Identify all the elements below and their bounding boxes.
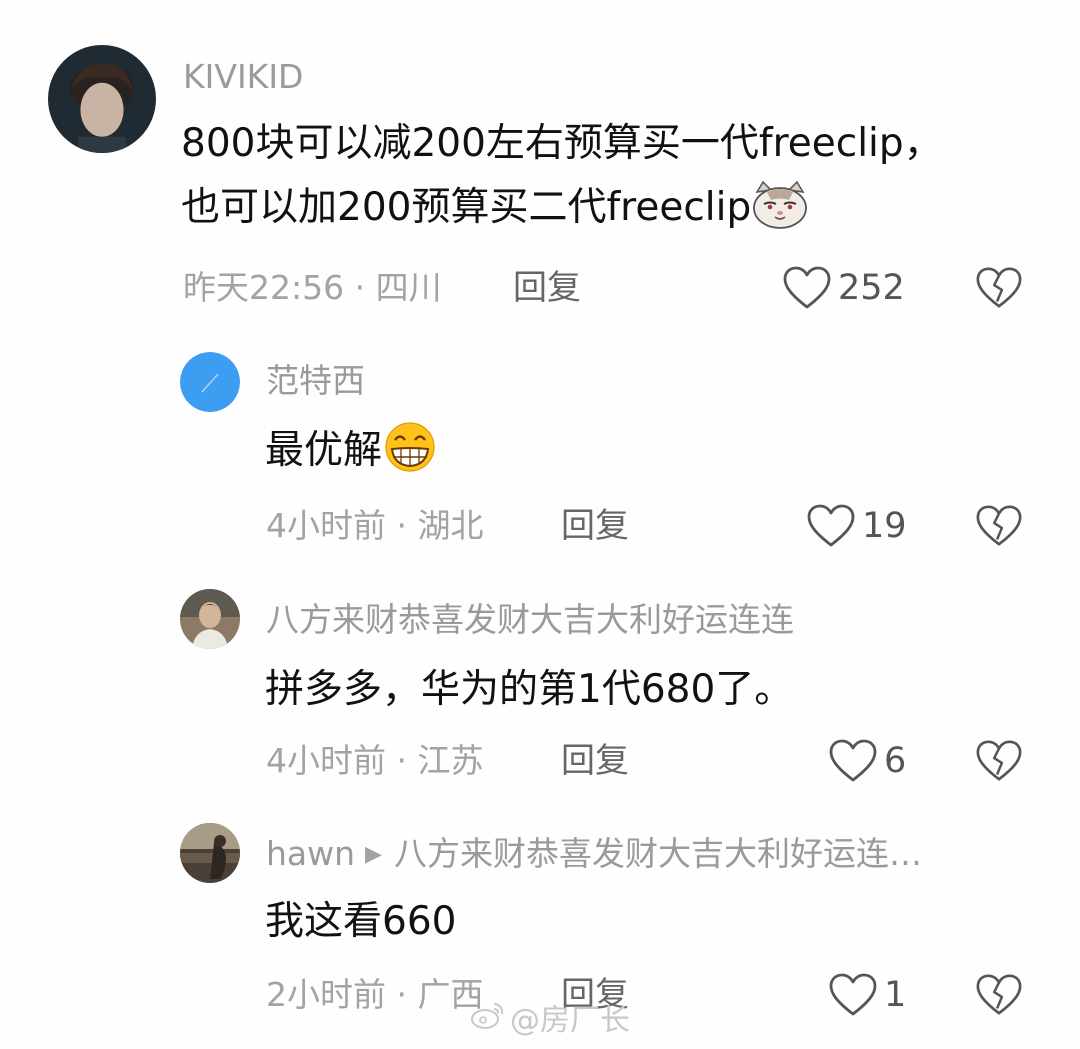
grinning-emoji-icon [382,421,438,493]
reply-arrow-icon: ▶ [365,842,382,867]
comment-text: 800块可以减200左右预算买一代freeclip， 也可以加200预算买二代f… [181,112,943,250]
heart-icon [828,739,878,783]
like-count: 252 [838,268,905,308]
dislike-button[interactable] [975,739,1023,783]
weibo-logo-icon [470,1000,506,1041]
avatar[interactable] [180,352,240,412]
like-button[interactable]: 252 [782,266,905,310]
dislike-button[interactable] [975,504,1023,548]
reply-to-username[interactable]: 八方来财恭喜发财大吉大利好运连… [394,834,922,873]
comment-text-line: 也可以加200预算买二代freeclip [181,176,943,250]
comment-text: 我这看660 [265,899,457,944]
watermark: @房厂长 [470,1000,630,1041]
heart-icon [828,973,878,1017]
comment-text: 最优解 [265,419,438,493]
cat-face-emoji-icon [751,180,809,250]
reply-button[interactable]: 回复 [561,741,629,781]
broken-heart-icon [975,504,1023,548]
like-button[interactable]: 1 [828,973,906,1017]
comment-text: 拼多多，华为的第1代680了。 [265,667,794,712]
comment-meta: 4小时前 · 江苏 [266,741,484,780]
user-avatar-photo-icon [180,823,240,883]
user-avatar-photo-icon [48,45,156,153]
dislike-button[interactable] [975,973,1023,1017]
username: hawn ▶ 八方来财恭喜发财大吉大利好运连… [266,834,922,875]
like-count: 6 [884,741,907,781]
broken-heart-icon [975,973,1023,1017]
blue-circle-avatar-icon [180,352,240,412]
username[interactable]: KIVIKID [183,57,303,97]
watermark-text: @房厂长 [510,1002,630,1038]
heart-icon [782,266,832,310]
comment-text-line: 最优解 [265,428,383,473]
reply-button[interactable]: 回复 [561,506,629,546]
broken-heart-icon [975,739,1023,783]
heart-icon [806,504,856,548]
comment-meta: 昨天22:56 · 四川 [183,268,442,307]
avatar[interactable] [180,589,240,649]
comment-text-line: 800块可以减200左右预算买一代freeclip， [181,121,943,166]
username[interactable]: 范特西 [266,361,365,401]
avatar[interactable] [180,823,240,883]
username-link[interactable]: hawn [266,834,355,873]
like-button[interactable]: 6 [828,739,906,783]
broken-heart-icon [975,266,1023,310]
like-button[interactable]: 19 [806,504,907,548]
comment-meta: 4小时前 · 湖北 [266,506,484,545]
reply-button[interactable]: 回复 [513,268,581,308]
dislike-button[interactable] [975,266,1023,310]
like-count: 19 [862,506,907,546]
avatar[interactable] [48,45,156,153]
username[interactable]: 八方来财恭喜发财大吉大利好运连连 [266,600,794,640]
like-count: 1 [884,975,907,1015]
comment-meta: 2小时前 · 广西 [266,975,484,1014]
user-avatar-photo-icon [180,589,240,649]
